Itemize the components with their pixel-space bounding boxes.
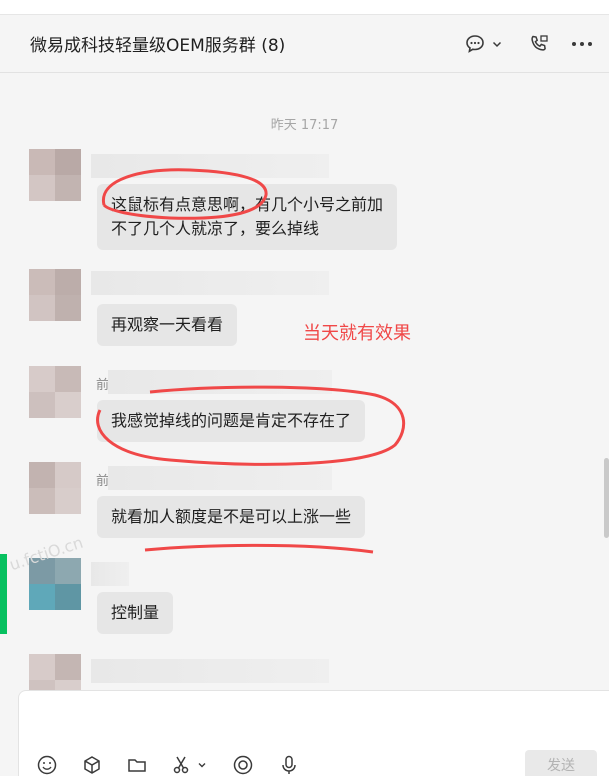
message-text: 这鼠标有点意思啊，有几个小号之前加 <box>111 195 384 214</box>
scrollbar[interactable] <box>604 458 609 538</box>
selection-indicator <box>0 554 7 634</box>
avatar[interactable] <box>29 149 81 201</box>
avatar[interactable] <box>29 366 81 418</box>
sender-name-blur <box>108 370 332 394</box>
message-list[interactable]: 昨天 17:17 这鼠标有点意思啊，有几个小号之前加 不了几个人就凉了，要么掉线… <box>0 74 609 690</box>
message-text: 我感觉掉线的问题是肯定不存在了 <box>111 411 352 430</box>
more-icon[interactable] <box>570 31 594 57</box>
send-button[interactable]: 发送 <box>525 750 597 776</box>
window-top-strip <box>0 0 609 14</box>
phone-icon[interactable] <box>526 31 552 57</box>
avatar[interactable] <box>29 269 81 321</box>
chevron-down-icon[interactable] <box>490 31 504 57</box>
message-bubble[interactable]: 控制量 <box>97 592 174 634</box>
avatar[interactable] <box>29 654 81 690</box>
sender-name-blur <box>108 466 332 490</box>
page-title: 微易成科技轻量级OEM服务群 (8) <box>30 36 286 56</box>
annotation-text: 当天就有效果 <box>303 323 411 344</box>
sender-name <box>91 562 129 586</box>
chat-header: 微易成科技轻量级OEM服务群 (8) <box>0 15 609 73</box>
sender-name <box>91 154 329 178</box>
message-bubble[interactable]: 我感觉掉线的问题是肯定不存在了 <box>97 400 366 442</box>
box-icon[interactable] <box>80 753 104 776</box>
message-bubble[interactable]: 再观察一天看看 <box>97 304 238 346</box>
message-text: 再观察一天看看 <box>111 315 224 334</box>
emoji-icon[interactable] <box>35 753 59 776</box>
chat-bubble-icon[interactable] <box>462 31 488 57</box>
message-text: 控制量 <box>111 603 160 622</box>
avatar[interactable] <box>29 462 81 514</box>
message-timestamp: 昨天 17:17 <box>270 118 339 133</box>
microphone-icon[interactable] <box>277 753 301 776</box>
message-input-area[interactable]: 发送 <box>18 690 609 776</box>
folder-icon[interactable] <box>125 753 149 776</box>
message-bubble[interactable]: 就看加人额度是不是可以上涨一些 <box>97 496 366 538</box>
message-bubble[interactable]: 这鼠标有点意思啊，有几个小号之前加 不了几个人就凉了，要么掉线 <box>97 184 398 250</box>
message-text: 不了几个人就凉了，要么掉线 <box>111 219 320 238</box>
chevron-down-icon[interactable] <box>195 753 209 776</box>
sender-name <box>91 659 329 683</box>
scissors-icon[interactable] <box>169 753 193 776</box>
circle-icon[interactable] <box>231 753 255 776</box>
sender-name <box>91 271 329 295</box>
message-text: 就看加人额度是不是可以上涨一些 <box>111 507 352 526</box>
